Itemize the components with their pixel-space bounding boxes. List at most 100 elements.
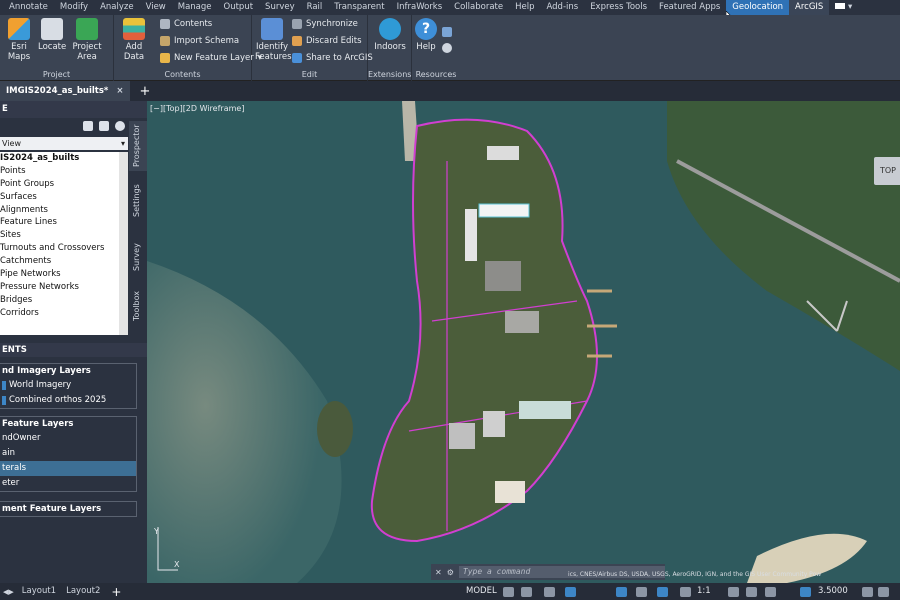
view-cube[interactable]: TOP [874, 157, 900, 185]
layer-group[interactable]: Feature Layers ndOwner ain terals eter [0, 416, 137, 492]
locate-button[interactable]: Locate [38, 18, 66, 52]
flag-dropdown-icon[interactable]: ▾ [829, 0, 858, 15]
ribbon-tab-express-tools[interactable]: Express Tools [584, 0, 653, 15]
contents-button[interactable]: Contents [160, 19, 212, 29]
tree-item[interactable]: Feature Lines [0, 216, 128, 229]
plus-icon[interactable] [746, 587, 757, 597]
nav-arrows-icon[interactable]: ◀▶ [0, 588, 17, 596]
layer-item[interactable]: Combined orthos 2025 [0, 393, 136, 408]
ribbon-tab-view[interactable]: View [140, 0, 172, 15]
tree-item[interactable]: IS2024_as_builts [0, 152, 128, 165]
lineweight-icon[interactable] [657, 587, 668, 597]
layout-tab[interactable]: Layout2 [61, 583, 105, 600]
vertical-tab-survey[interactable]: Survey [129, 229, 147, 275]
tree-item[interactable]: Catchments [0, 255, 128, 268]
ribbon-tab-collaborate[interactable]: Collaborate [448, 0, 509, 15]
snap-icon[interactable] [521, 587, 532, 597]
layout-tab[interactable]: Layout1 [17, 583, 61, 600]
tree-scrollbar[interactable] [119, 152, 128, 335]
ribbon-tab-help[interactable]: Help [509, 0, 540, 15]
tree-item[interactable]: Alignments [0, 204, 128, 217]
annotation-icon[interactable] [680, 587, 691, 597]
indoors-button[interactable]: Indoors [372, 18, 408, 52]
info-icon[interactable] [442, 27, 452, 37]
wrench-icon[interactable]: ⚙ [447, 568, 454, 577]
ribbon-tab-modify[interactable]: Modify [54, 0, 94, 15]
annotation-scale[interactable]: 1:1 [697, 583, 711, 600]
tree-item[interactable]: Pipe Networks [0, 268, 128, 281]
close-icon[interactable]: × [116, 81, 123, 101]
ribbon-tab-add-ins[interactable]: Add-ins [540, 0, 584, 15]
esri-maps-button[interactable]: Esri Maps [2, 18, 36, 62]
layer-group[interactable]: ment Feature Layers [0, 501, 137, 517]
tree-item[interactable]: Turnouts and Crossovers [0, 242, 128, 255]
svg-text:X: X [174, 560, 180, 569]
tree-item[interactable]: Sites [0, 229, 128, 242]
import-schema-button[interactable]: Import Schema [160, 36, 239, 46]
tree-item[interactable]: Corridors [0, 307, 128, 320]
add-layout-plus-icon[interactable]: + [105, 585, 127, 599]
identify-features-button[interactable]: Identify Features [255, 18, 292, 62]
item-view-icon[interactable] [99, 121, 109, 131]
ribbon-tab-output[interactable]: Output [218, 0, 260, 15]
ribbon-tab-geolocation[interactable]: Geolocation [726, 0, 790, 15]
osnap-icon[interactable] [616, 587, 627, 597]
layer-item[interactable]: ndOwner [0, 431, 136, 446]
new-feature-layer-button[interactable]: New Feature Layer ▾ [160, 53, 262, 63]
ribbon-tab-survey[interactable]: Survey [259, 0, 301, 15]
tree-item[interactable]: Bridges [0, 294, 128, 307]
ribbon-tab-arcgis[interactable]: ArcGIS [789, 0, 830, 15]
synchronize-button[interactable]: Synchronize [292, 19, 358, 29]
layer-item[interactable]: terals [0, 461, 136, 476]
import-schema-label: Import Schema [174, 36, 240, 46]
otrack-icon[interactable] [636, 587, 647, 597]
lineweight-display-icon[interactable] [800, 587, 811, 597]
viewport-controls-label[interactable]: [−][Top][2D Wireframe] [150, 104, 244, 113]
layer-item[interactable]: ain [0, 446, 136, 461]
vertical-tab-prospector[interactable]: Prospector [129, 121, 147, 171]
units-icon[interactable] [765, 587, 776, 597]
layer-group[interactable]: nd Imagery Layers World Imagery Combined o… [0, 363, 137, 409]
share-to-arcgis-button[interactable]: Share to ArcGIS [292, 53, 373, 63]
tree-item[interactable]: Surfaces [0, 191, 128, 204]
ribbon-tab-infraworks[interactable]: InfraWorks [391, 0, 449, 15]
project-area-button[interactable]: Project Area [70, 18, 104, 62]
layer-item[interactable]: World Imagery [0, 378, 136, 393]
vertical-tab-settings[interactable]: Settings [129, 175, 147, 221]
model-space-label[interactable]: MODEL [466, 583, 497, 600]
layer-group-title[interactable]: nd Imagery Layers [0, 364, 136, 378]
polar-icon[interactable] [565, 587, 576, 597]
close-icon[interactable]: ✕ [435, 568, 442, 577]
vertical-tab-toolbox[interactable]: Toolbox [129, 279, 147, 325]
about-icon[interactable] [442, 43, 452, 53]
palette-help-icon[interactable] [115, 121, 125, 131]
ribbon-tab-transparent[interactable]: Transparent [328, 0, 390, 15]
lineweight-value[interactable]: 3.5000 [818, 583, 848, 600]
add-data-button[interactable]: Add Data [116, 18, 152, 62]
isolate-icon[interactable] [862, 587, 873, 597]
discard-edits-button[interactable]: Discard Edits [292, 36, 362, 46]
help-button[interactable]: ? Help [415, 18, 437, 52]
document-tab[interactable]: IMGIS2024_as_builts* × [0, 81, 130, 101]
tree-item[interactable]: Points [0, 165, 128, 178]
ortho-icon[interactable] [544, 587, 555, 597]
tree-item[interactable]: Point Groups [0, 178, 128, 191]
view-select[interactable]: View ▾ [0, 137, 128, 150]
identify-features-label: Identify Features [255, 42, 292, 62]
tree-expand-icon[interactable] [83, 121, 93, 131]
layer-group-title[interactable]: Feature Layers [0, 417, 136, 431]
grid-icon[interactable] [503, 587, 514, 597]
workspace-gear-icon[interactable] [728, 587, 739, 597]
customize-icon[interactable] [878, 587, 889, 597]
ribbon-tab-rail[interactable]: Rail [301, 0, 329, 15]
map-viewport[interactable] [147, 101, 900, 583]
new-tab-plus-icon[interactable]: + [140, 84, 151, 99]
tree-item[interactable]: Pressure Networks [0, 281, 128, 294]
layer-group-title[interactable]: ment Feature Layers [0, 502, 136, 516]
extensions-group-label: Extensions [368, 70, 412, 79]
ribbon-tab-featured-apps[interactable]: Featured Apps [653, 0, 726, 15]
ribbon-tab-manage[interactable]: Manage [172, 0, 218, 15]
ribbon-tab-annotate[interactable]: Annotate [3, 0, 54, 15]
layer-item[interactable]: eter [0, 476, 136, 491]
ribbon-tab-analyze[interactable]: Analyze [94, 0, 140, 15]
